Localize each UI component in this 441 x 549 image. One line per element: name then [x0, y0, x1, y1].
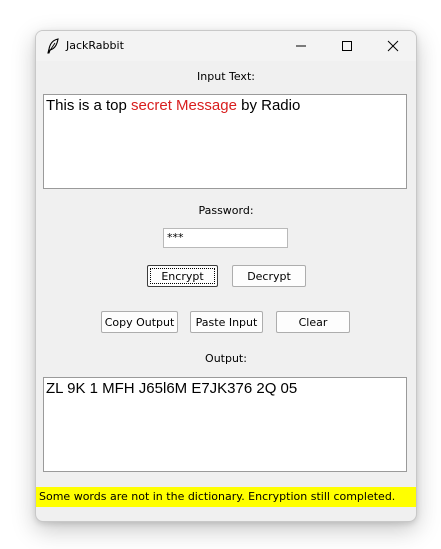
focus-ring [150, 268, 215, 284]
copy-output-button[interactable]: Copy Output [101, 311, 178, 333]
input-text-part2: by Radio [236, 97, 301, 114]
app-window: JackRabbit Input Text: This is a top sec… [35, 30, 417, 522]
input-text-part1: This is a top [46, 97, 132, 114]
output-text-area[interactable]: ZL 9K 1 MFH J65l6M E7JK376 2Q 05 [43, 377, 407, 472]
close-button[interactable] [370, 31, 416, 61]
decrypt-button[interactable]: Decrypt [232, 265, 306, 287]
decrypt-button-label: Decrypt [247, 269, 291, 283]
clear-button[interactable]: Clear [276, 311, 350, 333]
minimize-button[interactable] [278, 31, 324, 61]
window-title: JackRabbit [66, 39, 124, 52]
input-text-highlight: secret Message [131, 97, 237, 114]
close-icon [387, 37, 399, 56]
feather-icon [46, 38, 60, 54]
clear-button-label: Clear [298, 315, 328, 329]
paste-input-button[interactable]: Paste Input [190, 311, 263, 333]
minimize-icon [295, 37, 307, 56]
password-field[interactable]: *** [163, 228, 288, 248]
input-text-label: Input Text: [197, 70, 255, 83]
input-text-area[interactable]: This is a top secret Message by Radio [43, 94, 407, 189]
paste-input-button-label: Paste Input [195, 315, 258, 329]
output-label: Output: [205, 352, 247, 365]
maximize-icon [341, 37, 353, 56]
output-text: ZL 9K 1 MFH J65l6M E7JK376 2Q 05 [46, 380, 298, 397]
password-label: Password: [198, 204, 254, 217]
copy-output-button-label: Copy Output [104, 315, 175, 329]
status-bar: Some words are not in the dictionary. En… [36, 487, 416, 507]
title-bar[interactable]: JackRabbit [36, 31, 416, 61]
encrypt-button[interactable]: Encrypt [147, 265, 218, 287]
maximize-button[interactable] [324, 31, 370, 61]
